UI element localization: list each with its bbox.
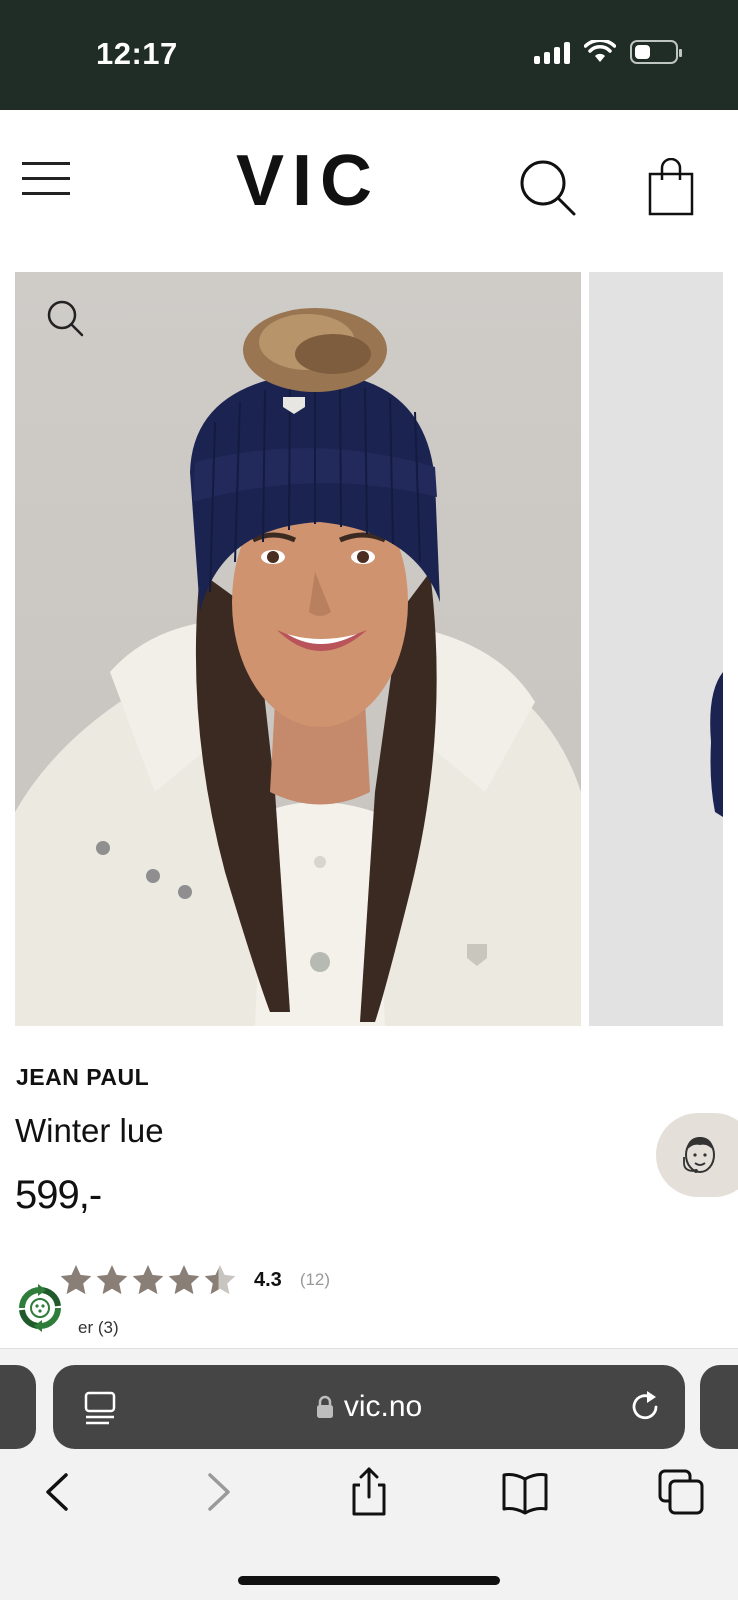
address-bar[interactable]: vic.no — [53, 1365, 685, 1449]
url-text: vic.no — [343, 1390, 423, 1423]
battery-icon — [630, 40, 682, 64]
battery-level — [635, 45, 650, 59]
forward-icon[interactable] — [192, 1467, 242, 1517]
url-display[interactable]: vic.no — [53, 1365, 685, 1449]
customer-service-chat-button[interactable] — [656, 1113, 738, 1197]
home-indicator[interactable] — [238, 1576, 500, 1585]
product-gallery[interactable] — [0, 272, 738, 1026]
browser-chrome: vic.no — [0, 1348, 738, 1600]
browser-toolbar — [0, 1467, 738, 1527]
rating-count: (12) — [299, 1270, 331, 1289]
site-header: VIC — [0, 110, 738, 260]
wifi-icon — [584, 40, 616, 62]
product-price: 599,- — [15, 1173, 102, 1217]
tabs-icon[interactable] — [656, 1467, 706, 1517]
zoom-icon[interactable] — [45, 298, 85, 338]
star-half-icon — [204, 1265, 236, 1295]
reload-icon[interactable] — [629, 1389, 663, 1425]
bookmarks-icon[interactable] — [500, 1467, 550, 1517]
rating-value: 4.3 — [254, 1268, 282, 1291]
status-bar: 12:17 — [0, 0, 738, 110]
sustainability-icon[interactable] — [12, 1280, 68, 1336]
back-icon[interactable] — [36, 1467, 86, 1517]
previous-tab[interactable] — [0, 1365, 36, 1449]
status-icons — [534, 40, 682, 64]
lock-icon — [316, 1395, 333, 1418]
signal-icon — [534, 40, 570, 64]
product-image[interactable] — [15, 272, 581, 1026]
support-agent-icon — [683, 1137, 715, 1173]
share-icon[interactable] — [344, 1467, 394, 1517]
product-brand[interactable]: JEAN PAUL — [16, 1064, 149, 1091]
next-tab[interactable] — [700, 1365, 738, 1449]
status-time: 12:17 — [96, 36, 178, 71]
rating-summary[interactable]: 4.3 (12) — [58, 1262, 330, 1298]
shopping-bag-icon[interactable] — [648, 158, 696, 218]
star-icon — [96, 1265, 128, 1295]
star-icon — [168, 1265, 200, 1295]
next-product-image[interactable] — [589, 272, 723, 1026]
product-name: Winter lue — [15, 1112, 164, 1149]
search-icon[interactable] — [518, 158, 578, 218]
site-logo[interactable]: VIC — [0, 140, 738, 222]
questions-link[interactable]: er (3) — [78, 1318, 119, 1338]
star-icon — [132, 1265, 164, 1295]
